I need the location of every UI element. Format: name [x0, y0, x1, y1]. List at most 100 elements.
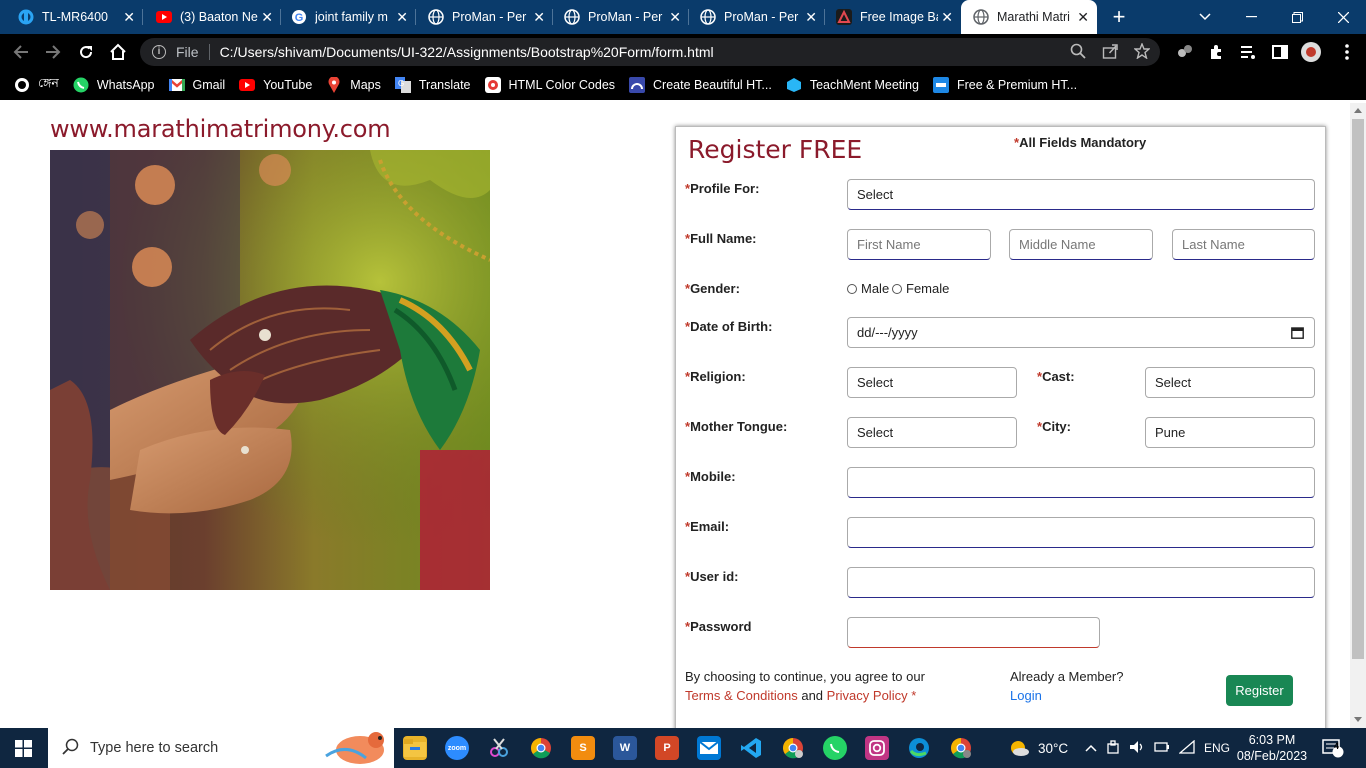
profile-for-select[interactable]: Select — [847, 179, 1315, 210]
scrollbar-thumb[interactable] — [1352, 119, 1364, 659]
close-tab-icon[interactable]: ✕ — [1077, 10, 1089, 24]
battery-icon[interactable] — [1154, 741, 1170, 756]
user-id-input[interactable] — [847, 567, 1315, 598]
chrome-alt-icon[interactable] — [949, 736, 973, 760]
address-url[interactable]: C:/Users/shivam/Documents/UI-322/Assignm… — [220, 44, 714, 60]
chevron-up-icon[interactable] — [1085, 741, 1097, 755]
edge-icon[interactable] — [907, 736, 931, 760]
close-tab-icon[interactable]: ✕ — [941, 10, 953, 24]
tab-search-icon[interactable] — [1182, 0, 1228, 34]
chrome-profile-icon[interactable] — [781, 736, 805, 760]
extension-icon[interactable] — [1174, 41, 1196, 63]
puzzle-icon[interactable] — [1205, 41, 1227, 63]
zoom-icon[interactable]: zoom — [445, 736, 469, 760]
gender-female-radio[interactable]: Female — [892, 281, 949, 296]
close-window-icon[interactable] — [1320, 0, 1366, 34]
mail-icon[interactable] — [697, 736, 721, 760]
sublime-text-icon[interactable]: S — [571, 736, 595, 760]
forward-icon[interactable] — [42, 41, 64, 63]
scroll-down-arrow-icon[interactable] — [1354, 717, 1362, 722]
vpn-icon[interactable] — [1106, 739, 1120, 757]
language-indicator[interactable]: ENG — [1204, 741, 1230, 755]
clock[interactable]: 6:03 PM 08/Feb/2023 — [1237, 728, 1307, 768]
tab-marathi-matrimony[interactable]: Marathi Matri ✕ — [961, 0, 1097, 34]
first-name-input[interactable]: First Name — [847, 229, 991, 260]
password-input[interactable] — [847, 617, 1100, 648]
bookmark-html-color-codes[interactable]: HTML Color Codes — [484, 77, 616, 93]
zoom-search-icon[interactable] — [1070, 43, 1086, 62]
already-member: Already a Member? Login — [1010, 667, 1123, 705]
cast-select[interactable]: Select — [1145, 367, 1315, 398]
bookmark-label: HTML Color Codes — [508, 78, 616, 92]
tab-joint-family[interactable]: G joint family m ✕ — [273, 0, 416, 34]
mother-tongue-select[interactable]: Select — [847, 417, 1017, 448]
menu-kebab-icon[interactable] — [1336, 41, 1358, 63]
vscode-icon[interactable] — [739, 736, 763, 760]
powerpoint-icon[interactable]: P — [655, 736, 679, 760]
bookmark-whatsapp[interactable]: WhatsApp — [73, 77, 155, 93]
close-tab-icon[interactable]: ✕ — [261, 10, 273, 24]
weather-widget[interactable]: 30°C — [1008, 728, 1068, 768]
privacy-policy-link[interactable]: Privacy Policy * — [827, 688, 917, 703]
tab-proman-2[interactable]: ProMan - Per ✕ — [546, 0, 689, 34]
close-tab-icon[interactable]: ✕ — [805, 10, 817, 24]
share-icon[interactable] — [1102, 43, 1118, 62]
profile-avatar-icon[interactable] — [1300, 41, 1322, 63]
login-link[interactable]: Login — [1010, 686, 1123, 705]
info-icon[interactable]: i — [152, 45, 166, 59]
bookmark-translate[interactable]: G Translate — [394, 77, 471, 93]
middle-name-input[interactable]: Middle Name — [1009, 229, 1153, 260]
wifi-icon[interactable] — [1178, 739, 1195, 757]
bookmark-create-beautiful[interactable]: Create Beautiful HT... — [629, 77, 772, 93]
bookmark-maps[interactable]: Maps — [326, 77, 381, 93]
terms-conditions-link[interactable]: Terms & Conditions — [685, 688, 798, 703]
bookmark-github[interactable]: ঙ্গেন — [14, 75, 59, 95]
close-tab-icon[interactable]: ✕ — [669, 10, 681, 24]
bookmark-youtube[interactable]: YouTube — [239, 77, 312, 93]
tab-baaton[interactable]: (3) Baaton Ne ✕ — [138, 0, 281, 34]
bookmark-teachment[interactable]: TeachMent Meeting — [786, 77, 919, 93]
instagram-icon[interactable] — [865, 736, 889, 760]
side-panel-icon[interactable] — [1269, 41, 1291, 63]
tab-tl-mr6400[interactable]: TL-MR6400 ✕ — [0, 0, 143, 34]
bookmark-star-icon[interactable] — [1133, 42, 1151, 62]
reading-list-icon[interactable] — [1237, 41, 1259, 63]
close-tab-icon[interactable]: ✕ — [123, 10, 135, 24]
taskbar-search-box[interactable]: Type here to search — [48, 728, 394, 768]
page-scrollbar[interactable] — [1350, 103, 1366, 728]
register-button[interactable]: Register — [1226, 675, 1293, 706]
mobile-input[interactable] — [847, 467, 1315, 498]
tab-free-image[interactable]: Free Image Ba ✕ — [818, 0, 961, 34]
file-explorer-icon[interactable] — [403, 736, 427, 760]
home-icon[interactable] — [107, 41, 129, 63]
word-icon[interactable]: W — [613, 736, 637, 760]
religion-select[interactable]: Select — [847, 367, 1017, 398]
city-label-text: City: — [1042, 419, 1071, 434]
windows-start-icon[interactable] — [15, 740, 32, 760]
reload-icon[interactable] — [75, 41, 97, 63]
volume-icon[interactable] — [1129, 740, 1145, 757]
close-tab-icon[interactable]: ✕ — [533, 10, 545, 24]
dob-date-input[interactable]: dd/---/yyyy — [847, 317, 1315, 348]
scroll-up-arrow-icon[interactable] — [1354, 108, 1362, 113]
snipping-tool-icon[interactable] — [487, 736, 511, 760]
back-icon[interactable] — [10, 41, 32, 63]
address-bar[interactable]: i File C:/Users/shivam/Documents/UI-322/… — [140, 38, 1160, 66]
bookmark-label: YouTube — [263, 78, 313, 92]
tab-proman-1[interactable]: ProMan - Per ✕ — [410, 0, 553, 34]
tab-proman-3[interactable]: ProMan - Per ✕ — [682, 0, 825, 34]
chrome-icon[interactable] — [529, 736, 553, 760]
calendar-icon[interactable] — [1291, 326, 1304, 342]
bookmark-free-premium[interactable]: Free & Premium HT... — [932, 77, 1077, 93]
gender-male-radio[interactable]: Male — [847, 281, 889, 296]
restore-icon[interactable] — [1274, 0, 1320, 34]
notification-center-icon[interactable]: 4 — [1322, 728, 1344, 768]
email-input[interactable] — [847, 517, 1315, 548]
last-name-input[interactable]: Last Name — [1172, 229, 1315, 260]
new-tab-button[interactable]: + — [1104, 2, 1134, 32]
minimize-icon[interactable] — [1228, 0, 1274, 34]
close-tab-icon[interactable]: ✕ — [396, 10, 408, 24]
city-select[interactable]: Pune — [1145, 417, 1315, 448]
whatsapp-taskbar-icon[interactable] — [823, 736, 847, 760]
bookmark-gmail[interactable]: Gmail — [168, 77, 225, 93]
